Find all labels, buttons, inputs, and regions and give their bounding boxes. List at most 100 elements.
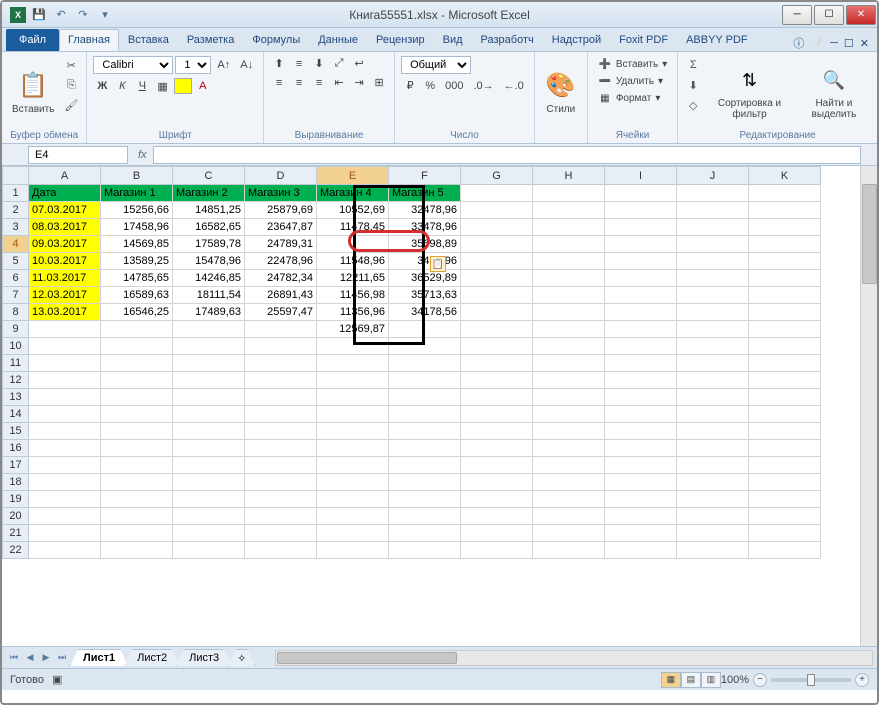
cell-J21[interactable] xyxy=(677,525,749,542)
cell-K18[interactable] xyxy=(749,474,821,491)
col-header-B[interactable]: B xyxy=(101,167,173,185)
zoom-in-button[interactable]: + xyxy=(855,673,869,687)
sheet-nav-prev-icon[interactable]: ◀ xyxy=(22,650,38,666)
cell-K5[interactable] xyxy=(749,253,821,270)
normal-view-icon[interactable]: ▦ xyxy=(661,672,681,688)
cell-H11[interactable] xyxy=(533,355,605,372)
cell-C17[interactable] xyxy=(173,457,245,474)
cell-H1[interactable] xyxy=(533,185,605,202)
cell-K20[interactable] xyxy=(749,508,821,525)
cell-G4[interactable] xyxy=(461,236,533,253)
tab-file[interactable]: Файл xyxy=(6,29,59,51)
tab-foxit[interactable]: Foxit PDF xyxy=(610,29,677,51)
row-header-13[interactable]: 13 xyxy=(3,389,29,406)
cell-F13[interactable] xyxy=(389,389,461,406)
cell-C3[interactable]: 16582,65 xyxy=(173,219,245,236)
row-header-18[interactable]: 18 xyxy=(3,474,29,491)
cell-B7[interactable]: 16589,63 xyxy=(101,287,173,304)
cell-G12[interactable] xyxy=(461,372,533,389)
cell-A3[interactable]: 08.03.2017 xyxy=(29,219,101,236)
fx-icon[interactable]: fx xyxy=(132,149,153,161)
cell-D4[interactable]: 24789,31 xyxy=(245,236,317,253)
inner-minimize-icon[interactable]: ─ xyxy=(830,37,838,49)
cell-I13[interactable] xyxy=(605,389,677,406)
autosum-icon[interactable]: Σ xyxy=(684,56,702,74)
cell-H13[interactable] xyxy=(533,389,605,406)
cell-B11[interactable] xyxy=(101,355,173,372)
cell-G8[interactable] xyxy=(461,304,533,321)
increase-decimal-icon[interactable]: .0→ xyxy=(469,79,497,93)
row-header-20[interactable]: 20 xyxy=(3,508,29,525)
cell-D22[interactable] xyxy=(245,542,317,559)
cell-G9[interactable] xyxy=(461,321,533,338)
cell-F8[interactable]: 34178,56 xyxy=(389,304,461,321)
cell-D13[interactable] xyxy=(245,389,317,406)
name-box[interactable] xyxy=(28,146,128,164)
cell-F1[interactable]: Магазин 5 xyxy=(389,185,461,202)
indent-decrease-icon[interactable]: ⇤ xyxy=(330,75,348,90)
cell-B8[interactable]: 16546,25 xyxy=(101,304,173,321)
row-header-11[interactable]: 11 xyxy=(3,355,29,372)
cell-I20[interactable] xyxy=(605,508,677,525)
cell-G19[interactable] xyxy=(461,491,533,508)
cell-K10[interactable] xyxy=(749,338,821,355)
cell-B18[interactable] xyxy=(101,474,173,491)
sheet-tab-2[interactable]: Лист2 xyxy=(124,649,180,666)
cell-C6[interactable]: 14246,85 xyxy=(173,270,245,287)
row-header-1[interactable]: 1 xyxy=(3,185,29,202)
col-header-I[interactable]: I xyxy=(605,167,677,185)
cell-C22[interactable] xyxy=(173,542,245,559)
cell-B5[interactable]: 13589,25 xyxy=(101,253,173,270)
cell-D10[interactable] xyxy=(245,338,317,355)
copy-icon[interactable]: ⎘ xyxy=(62,76,80,94)
cell-D6[interactable]: 24782,34 xyxy=(245,270,317,287)
zoom-level[interactable]: 100% xyxy=(721,674,749,686)
cell-A5[interactable]: 10.03.2017 xyxy=(29,253,101,270)
cell-A18[interactable] xyxy=(29,474,101,491)
cell-G20[interactable] xyxy=(461,508,533,525)
cell-C16[interactable] xyxy=(173,440,245,457)
cell-K2[interactable] xyxy=(749,202,821,219)
tab-home[interactable]: Главная xyxy=(59,29,119,51)
new-sheet-icon[interactable]: ✧ xyxy=(228,649,255,667)
cell-E8[interactable]: 11356,96 xyxy=(317,304,389,321)
cell-F15[interactable] xyxy=(389,423,461,440)
bold-button[interactable]: Ж xyxy=(93,79,111,93)
cell-G18[interactable] xyxy=(461,474,533,491)
tab-data[interactable]: Данные xyxy=(309,29,367,51)
tab-formulas[interactable]: Формулы xyxy=(243,29,309,51)
cell-J1[interactable] xyxy=(677,185,749,202)
cell-F7[interactable]: 35713,63 xyxy=(389,287,461,304)
tab-addins[interactable]: Надстрой xyxy=(543,29,610,51)
cell-G22[interactable] xyxy=(461,542,533,559)
font-size-select[interactable]: 11 xyxy=(175,56,211,74)
col-header-K[interactable]: K xyxy=(749,167,821,185)
cell-E16[interactable] xyxy=(317,440,389,457)
cell-F21[interactable] xyxy=(389,525,461,542)
col-header-G[interactable]: G xyxy=(461,167,533,185)
cell-A11[interactable] xyxy=(29,355,101,372)
cell-K12[interactable] xyxy=(749,372,821,389)
save-icon[interactable]: 💾 xyxy=(30,6,48,24)
cell-A13[interactable] xyxy=(29,389,101,406)
cell-D5[interactable]: 22478,96 xyxy=(245,253,317,270)
cell-H6[interactable] xyxy=(533,270,605,287)
sheet-nav-last-icon[interactable]: ⏭ xyxy=(54,650,70,666)
cell-K15[interactable] xyxy=(749,423,821,440)
cell-E20[interactable] xyxy=(317,508,389,525)
cell-I15[interactable] xyxy=(605,423,677,440)
cell-F14[interactable] xyxy=(389,406,461,423)
cell-J12[interactable] xyxy=(677,372,749,389)
cell-E21[interactable] xyxy=(317,525,389,542)
cell-H10[interactable] xyxy=(533,338,605,355)
cell-I1[interactable] xyxy=(605,185,677,202)
cell-H7[interactable] xyxy=(533,287,605,304)
cell-D21[interactable] xyxy=(245,525,317,542)
cell-C4[interactable]: 17589,78 xyxy=(173,236,245,253)
cell-E12[interactable] xyxy=(317,372,389,389)
cell-C10[interactable] xyxy=(173,338,245,355)
cell-E18[interactable] xyxy=(317,474,389,491)
row-header-14[interactable]: 14 xyxy=(3,406,29,423)
cell-I14[interactable] xyxy=(605,406,677,423)
cell-F2[interactable]: 32478,96 xyxy=(389,202,461,219)
